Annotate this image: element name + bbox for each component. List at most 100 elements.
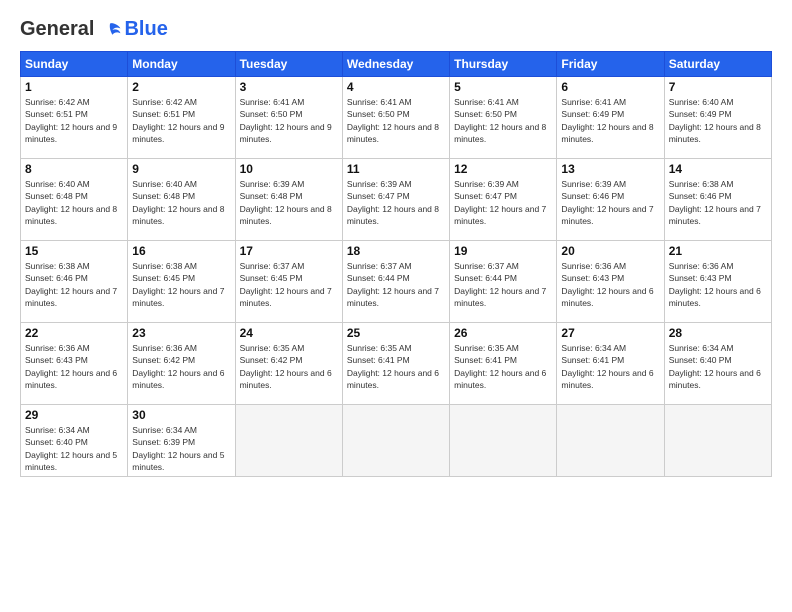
logo-bird-icon	[98, 20, 122, 40]
day-cell: 14 Sunrise: 6:38 AMSunset: 6:46 PMDayligh…	[664, 159, 771, 241]
day-detail: Sunrise: 6:40 AMSunset: 6:48 PMDaylight:…	[25, 178, 123, 227]
day-number: 15	[25, 244, 123, 258]
day-cell	[557, 405, 664, 477]
day-detail: Sunrise: 6:41 AMSunset: 6:50 PMDaylight:…	[240, 96, 338, 145]
day-detail: Sunrise: 6:41 AMSunset: 6:50 PMDaylight:…	[454, 96, 552, 145]
day-number: 23	[132, 326, 230, 340]
day-cell: 16 Sunrise: 6:38 AMSunset: 6:45 PMDayligh…	[128, 241, 235, 323]
day-cell: 24 Sunrise: 6:35 AMSunset: 6:42 PMDayligh…	[235, 323, 342, 405]
day-number: 3	[240, 80, 338, 94]
day-cell: 19 Sunrise: 6:37 AMSunset: 6:44 PMDayligh…	[450, 241, 557, 323]
day-detail: Sunrise: 6:39 AMSunset: 6:47 PMDaylight:…	[347, 178, 445, 227]
day-cell: 26 Sunrise: 6:35 AMSunset: 6:41 PMDayligh…	[450, 323, 557, 405]
day-detail: Sunrise: 6:35 AMSunset: 6:42 PMDaylight:…	[240, 342, 338, 391]
calendar-table: SundayMondayTuesdayWednesdayThursdayFrid…	[20, 51, 772, 477]
day-detail: Sunrise: 6:34 AMSunset: 6:41 PMDaylight:…	[561, 342, 659, 391]
day-detail: Sunrise: 6:35 AMSunset: 6:41 PMDaylight:…	[454, 342, 552, 391]
week-row-5: 29 Sunrise: 6:34 AMSunset: 6:40 PMDayligh…	[21, 405, 772, 477]
day-number: 16	[132, 244, 230, 258]
weekday-header-thursday: Thursday	[450, 52, 557, 77]
weekday-header-wednesday: Wednesday	[342, 52, 449, 77]
day-cell: 8 Sunrise: 6:40 AMSunset: 6:48 PMDaylight…	[21, 159, 128, 241]
day-number: 29	[25, 408, 123, 422]
day-number: 28	[669, 326, 767, 340]
day-cell: 22 Sunrise: 6:36 AMSunset: 6:43 PMDayligh…	[21, 323, 128, 405]
day-detail: Sunrise: 6:38 AMSunset: 6:45 PMDaylight:…	[132, 260, 230, 309]
day-number: 17	[240, 244, 338, 258]
day-detail: Sunrise: 6:34 AMSunset: 6:40 PMDaylight:…	[25, 424, 123, 473]
weekday-header-monday: Monday	[128, 52, 235, 77]
day-detail: Sunrise: 6:38 AMSunset: 6:46 PMDaylight:…	[25, 260, 123, 309]
day-cell: 4Sunrise: 6:41 AMSunset: 6:50 PMDaylight…	[342, 77, 449, 159]
day-detail: Sunrise: 6:36 AMSunset: 6:43 PMDaylight:…	[25, 342, 123, 391]
page: General Blue SundayMondayTuesdayWednesda…	[0, 0, 792, 612]
day-detail: Sunrise: 6:39 AMSunset: 6:46 PMDaylight:…	[561, 178, 659, 227]
logo-blue: Blue	[124, 18, 167, 41]
day-detail: Sunrise: 6:40 AMSunset: 6:48 PMDaylight:…	[132, 178, 230, 227]
day-number: 24	[240, 326, 338, 340]
day-number: 21	[669, 244, 767, 258]
day-detail: Sunrise: 6:41 AMSunset: 6:49 PMDaylight:…	[561, 96, 659, 145]
day-number: 9	[132, 162, 230, 176]
day-number: 5	[454, 80, 552, 94]
day-cell: 11 Sunrise: 6:39 AMSunset: 6:47 PMDayligh…	[342, 159, 449, 241]
day-number: 26	[454, 326, 552, 340]
week-row-4: 22 Sunrise: 6:36 AMSunset: 6:43 PMDayligh…	[21, 323, 772, 405]
day-cell: 9 Sunrise: 6:40 AMSunset: 6:48 PMDaylight…	[128, 159, 235, 241]
week-row-1: 1 Sunrise: 6:42 AMSunset: 6:51 PMDaylight…	[21, 77, 772, 159]
day-cell: 10 Sunrise: 6:39 AMSunset: 6:48 PMDayligh…	[235, 159, 342, 241]
header: General Blue	[20, 18, 772, 41]
week-row-3: 15 Sunrise: 6:38 AMSunset: 6:46 PMDayligh…	[21, 241, 772, 323]
day-cell: 29 Sunrise: 6:34 AMSunset: 6:40 PMDayligh…	[21, 405, 128, 477]
day-cell: 15 Sunrise: 6:38 AMSunset: 6:46 PMDayligh…	[21, 241, 128, 323]
day-number: 1	[25, 80, 123, 94]
day-detail: Sunrise: 6:36 AMSunset: 6:43 PMDaylight:…	[669, 260, 767, 309]
day-detail: Sunrise: 6:34 AMSunset: 6:40 PMDaylight:…	[669, 342, 767, 391]
day-detail: Sunrise: 6:37 AMSunset: 6:44 PMDaylight:…	[347, 260, 445, 309]
week-row-2: 8 Sunrise: 6:40 AMSunset: 6:48 PMDaylight…	[21, 159, 772, 241]
day-cell: 2Sunrise: 6:42 AMSunset: 6:51 PMDaylight…	[128, 77, 235, 159]
day-detail: Sunrise: 6:37 AMSunset: 6:44 PMDaylight:…	[454, 260, 552, 309]
day-cell: 5 Sunrise: 6:41 AMSunset: 6:50 PMDaylight…	[450, 77, 557, 159]
day-cell: 21 Sunrise: 6:36 AMSunset: 6:43 PMDayligh…	[664, 241, 771, 323]
day-number: 20	[561, 244, 659, 258]
weekday-header-sunday: Sunday	[21, 52, 128, 77]
day-number: 6	[561, 80, 659, 94]
day-number: 14	[669, 162, 767, 176]
day-cell: 30Sunrise: 6:34 AMSunset: 6:39 PMDayligh…	[128, 405, 235, 477]
day-number: 18	[347, 244, 445, 258]
logo-general: General	[20, 18, 94, 41]
day-cell: 23Sunrise: 6:36 AMSunset: 6:42 PMDayligh…	[128, 323, 235, 405]
day-cell: 3 Sunrise: 6:41 AMSunset: 6:50 PMDaylight…	[235, 77, 342, 159]
day-detail: Sunrise: 6:42 AMSunset: 6:51 PMDaylight:…	[25, 96, 123, 145]
day-number: 7	[669, 80, 767, 94]
day-cell: 20 Sunrise: 6:36 AMSunset: 6:43 PMDayligh…	[557, 241, 664, 323]
day-cell	[342, 405, 449, 477]
day-number: 4	[347, 80, 445, 94]
day-number: 8	[25, 162, 123, 176]
day-cell	[450, 405, 557, 477]
logo: General Blue	[20, 18, 168, 41]
day-cell: 25 Sunrise: 6:35 AMSunset: 6:41 PMDayligh…	[342, 323, 449, 405]
day-number: 30	[132, 408, 230, 422]
day-cell: 28 Sunrise: 6:34 AMSunset: 6:40 PMDayligh…	[664, 323, 771, 405]
day-number: 11	[347, 162, 445, 176]
day-number: 2	[132, 80, 230, 94]
day-number: 19	[454, 244, 552, 258]
day-detail: Sunrise: 6:38 AMSunset: 6:46 PMDaylight:…	[669, 178, 767, 227]
day-detail: Sunrise: 6:35 AMSunset: 6:41 PMDaylight:…	[347, 342, 445, 391]
day-cell: 17Sunrise: 6:37 AMSunset: 6:45 PMDayligh…	[235, 241, 342, 323]
weekday-header-row: SundayMondayTuesdayWednesdayThursdayFrid…	[21, 52, 772, 77]
day-cell	[664, 405, 771, 477]
day-number: 22	[25, 326, 123, 340]
day-cell: 12Sunrise: 6:39 AMSunset: 6:47 PMDayligh…	[450, 159, 557, 241]
day-cell: 13Sunrise: 6:39 AMSunset: 6:46 PMDayligh…	[557, 159, 664, 241]
day-detail: Sunrise: 6:36 AMSunset: 6:43 PMDaylight:…	[561, 260, 659, 309]
day-cell	[235, 405, 342, 477]
day-detail: Sunrise: 6:39 AMSunset: 6:47 PMDaylight:…	[454, 178, 552, 227]
day-number: 25	[347, 326, 445, 340]
day-cell: 27Sunrise: 6:34 AMSunset: 6:41 PMDayligh…	[557, 323, 664, 405]
day-number: 10	[240, 162, 338, 176]
day-detail: Sunrise: 6:39 AMSunset: 6:48 PMDaylight:…	[240, 178, 338, 227]
weekday-header-tuesday: Tuesday	[235, 52, 342, 77]
